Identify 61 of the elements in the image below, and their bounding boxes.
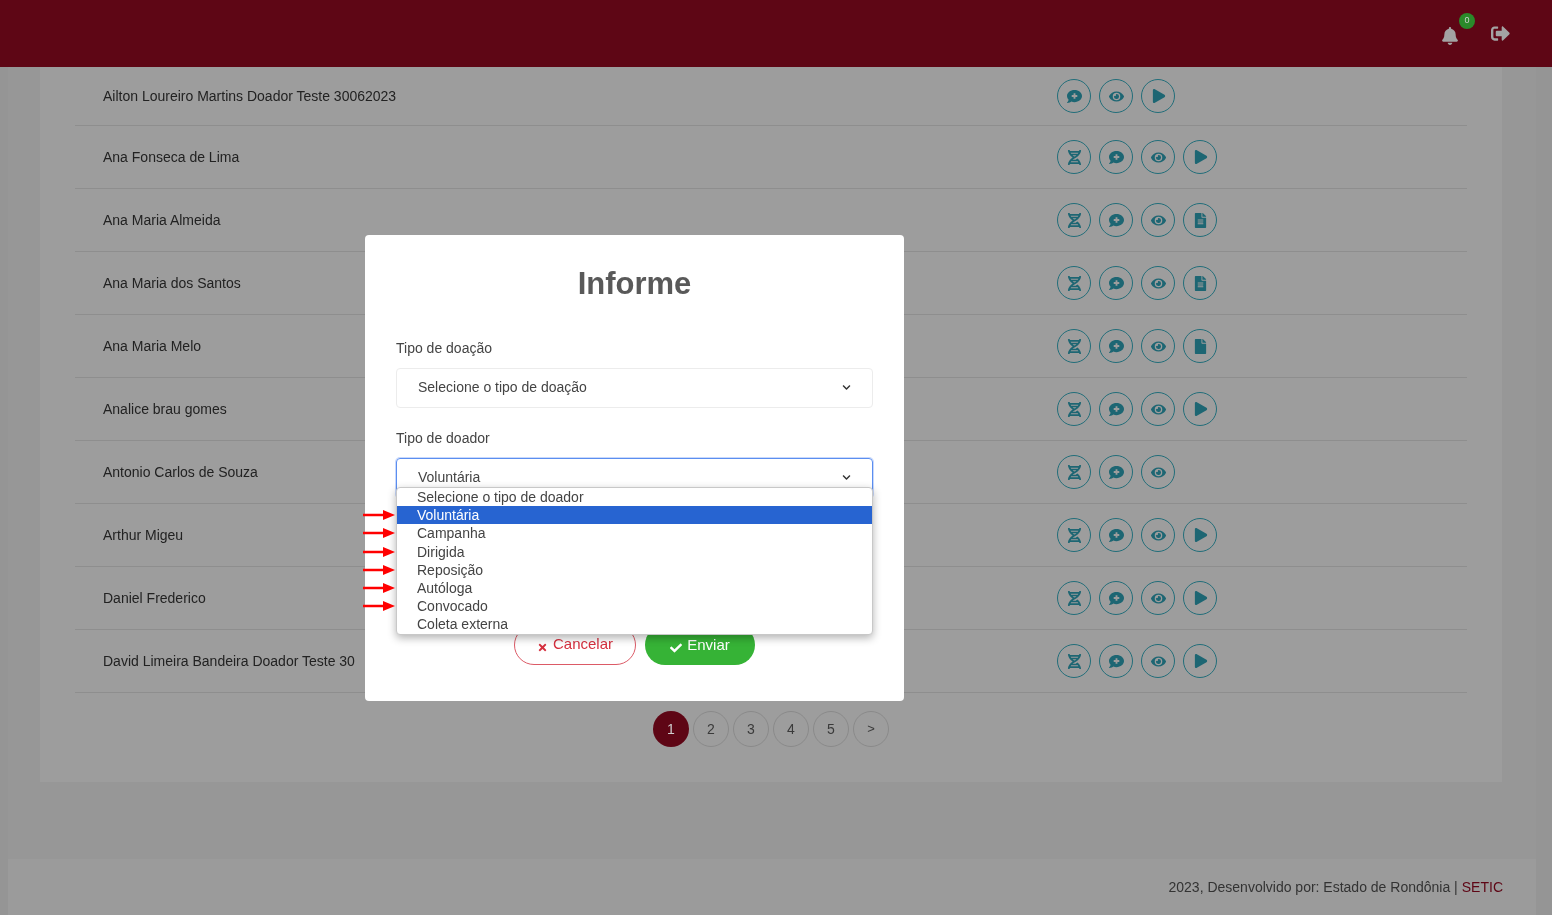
donor-name: Antonio Carlos de Souza [103,462,258,482]
document-icon [1192,275,1208,291]
comment-plus-icon [1108,464,1124,480]
comment-plus-icon [1066,88,1082,104]
field-label: Tipo de doador [396,428,491,448]
dropdown-option[interactable]: Campanha [397,524,872,543]
notification-button[interactable] [1441,26,1459,45]
play-icon [1194,654,1208,668]
dna-icon [1066,527,1082,543]
page-button[interactable]: 1 [653,711,689,747]
field-label: Tipo de doação [396,338,493,358]
comment-plus-icon [1108,527,1124,543]
donor-name: Ana Fonseca de Lima [103,147,240,167]
dropdown-option[interactable]: Dirigida [397,542,872,561]
dna-icon [1066,401,1082,417]
bell-icon [1441,26,1459,45]
dropdown-option[interactable]: Reposição [397,560,872,579]
dna-icon [1066,653,1082,669]
dna-icon [1066,464,1082,480]
close-icon [537,641,548,653]
play-icon [1194,591,1208,605]
dna-icon [1066,149,1082,165]
comment-plus-icon [1108,212,1124,228]
dna-icon [1066,590,1082,606]
dna-icon [1066,275,1082,291]
play-icon [1194,528,1208,542]
play-icon [1152,89,1166,103]
notification-badge: 0 [1459,12,1475,29]
chevron-icon [842,383,851,392]
eye-button[interactable] [1141,329,1175,363]
select-field[interactable]: Selecione o tipo de doação [396,367,873,408]
play-icon [1194,150,1208,164]
modal-title: Informe [576,265,693,303]
donor-name: Ana Maria Melo [103,336,202,356]
donor-name: Arthur Migeu [103,525,184,545]
play-icon [1194,402,1208,416]
donor-name: Daniel Frederico [103,588,206,608]
file-icon [1192,338,1208,354]
comment-plus-icon [1108,653,1124,669]
dropdown-option[interactable]: Convocado [397,597,872,616]
comment-plus-icon [1108,338,1124,354]
comment-plus-icon [1108,149,1124,165]
footer-link[interactable]: SETIC [1461,876,1503,898]
dna-icon [1066,338,1082,354]
comment-plus-icon [1108,590,1124,606]
footer-text: 2023, Desenvolvido por: Estado de Rondônia | [1168,877,1458,897]
dropdown-option[interactable]: Voluntária [397,506,872,525]
comment-plus-icon [1108,401,1124,417]
dropdown-option[interactable]: Autóloga [397,578,872,598]
chevron-icon [842,473,851,482]
donor-name: Ana Maria Almeida [103,210,221,230]
comment-plus-icon [1108,275,1124,291]
document-icon [1192,212,1208,228]
logout-icon[interactable] [1491,24,1510,43]
donor-name: Ana Maria dos Santos [103,273,241,293]
donor-name: Ailton Loureiro Martins Doador Teste 30062023 [103,86,397,106]
dna-button[interactable] [1057,266,1091,300]
check-icon [670,641,683,654]
donor-name: David Limeira Bandeira Doador Teste 30 [103,651,355,671]
donor-name: Analice brau gomes [103,399,227,419]
dna-icon [1066,212,1082,228]
